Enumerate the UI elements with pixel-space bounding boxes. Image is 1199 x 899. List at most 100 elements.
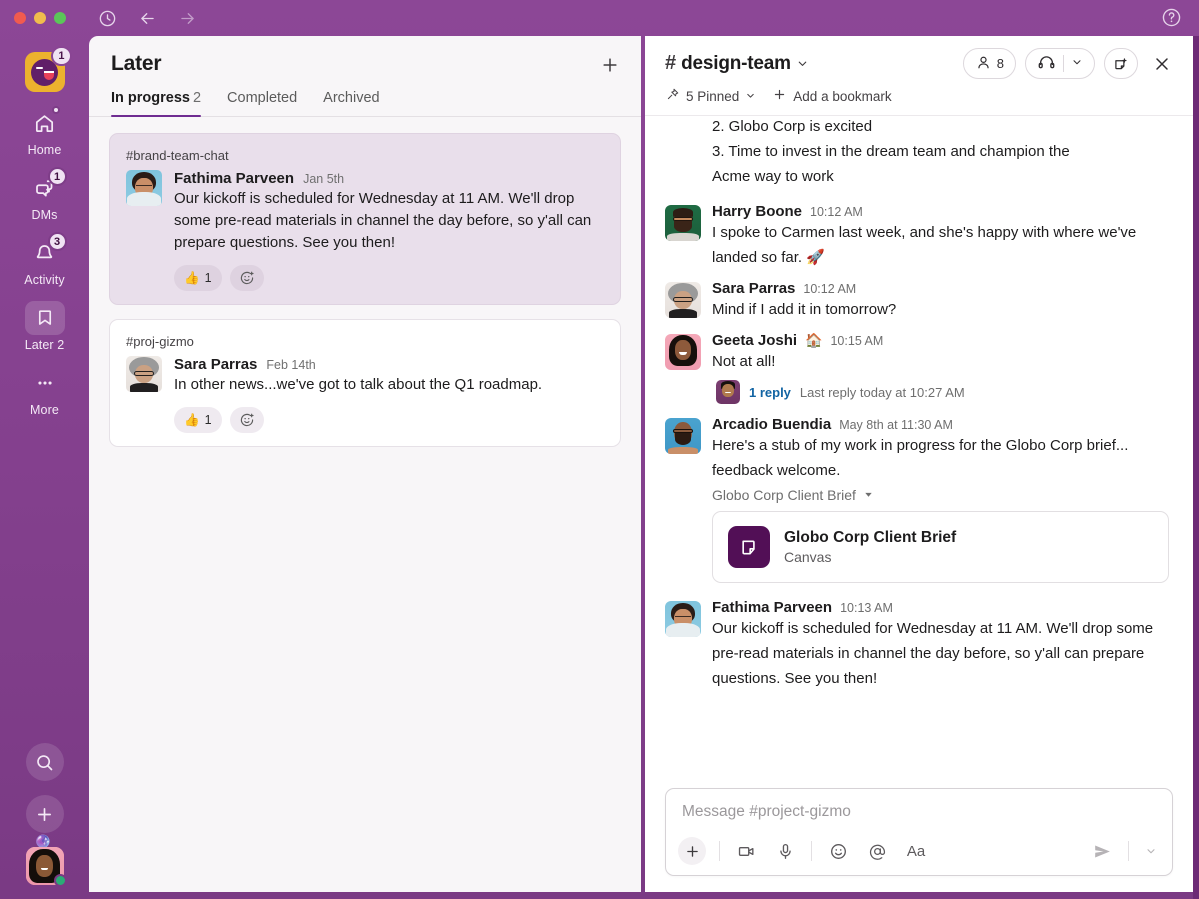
mention-icon[interactable] [864,838,890,864]
members-button[interactable]: 8 [963,48,1016,79]
pinned-items-button[interactable]: 5 Pinned [665,87,756,105]
tab-archived[interactable]: Archived [323,90,379,116]
rail-item-later[interactable]: Later 2 [13,301,77,352]
message-timestamp[interactable]: 10:12 AM [810,205,863,219]
emoji-icon[interactable] [825,838,851,864]
message-author[interactable]: Fathima Parveen [712,599,832,616]
truncated-message-line: 2. Globo Corp is excited [645,116,1193,139]
arrow-left-icon[interactable] [136,7,158,29]
message-composer[interactable]: Message #project-gizmo [665,788,1173,876]
tab-in-progress-count: 2 [193,90,201,106]
divider [719,841,720,861]
add-reaction-icon[interactable] [230,407,264,433]
add-reaction-icon[interactable] [230,265,264,291]
reaction-thumbsup[interactable]: 👍 1 [174,265,222,291]
canvas-subtitle: Canvas [784,549,956,565]
rail-label-activity: Activity [24,273,64,287]
message-author[interactable]: Geeta Joshi [712,332,797,349]
minimize-window-button[interactable] [34,12,46,24]
close-window-button[interactable] [14,12,26,24]
chevron-down-icon [745,89,756,104]
plus-icon[interactable] [26,795,64,833]
avatar[interactable] [665,282,701,318]
canvas-attachment-card[interactable]: Globo Corp Client Brief Canvas [712,511,1169,583]
rail-label-later: Later 2 [25,338,65,352]
reaction-count: 1 [205,413,212,427]
chevron-down-icon [796,57,809,70]
message-author[interactable]: Sara Parras [712,280,795,297]
avatar[interactable] [665,601,701,637]
list-item[interactable]: #proj-gizmo Sara Parras Feb 14th In othe… [109,319,621,447]
reaction-emoji: 👍 [184,413,200,428]
thread-reply-link[interactable]: 1 reply Last reply today at 10:27 AM [712,374,1169,406]
clock-icon[interactable] [96,7,118,29]
channel-title[interactable]: # design-team [665,52,809,75]
message[interactable]: Arcadio Buendia May 8th at 11:30 AM Here… [645,408,1193,585]
huddle-button[interactable] [1025,48,1095,79]
rail-item-home[interactable]: Home [13,106,77,157]
chevron-down-icon[interactable] [863,487,874,503]
headphones-icon [1037,53,1056,75]
avatar[interactable] [665,205,701,241]
rail-item-more[interactable]: More [13,366,77,417]
video-icon[interactable] [733,838,759,864]
message-timestamp[interactable]: 10:13 AM [840,601,893,615]
divider [811,841,812,861]
later-card-author[interactable]: Fathima Parveen [174,170,294,187]
rail-label-dms: DMs [32,208,58,222]
attachment-label[interactable]: Globo Corp Client Brief [712,487,1169,503]
formatting-icon[interactable]: Aa [903,838,929,864]
author-status-emoji: 🏠 [805,332,822,349]
chevron-down-icon[interactable] [1071,56,1083,71]
dms-unread-badge: 1 [48,167,67,186]
message[interactable]: Sara Parras 10:12 AM Mind if I add it in… [645,272,1193,324]
plus-icon [772,87,787,105]
chevron-down-icon[interactable] [1142,838,1160,864]
message-timestamp[interactable]: 10:12 AM [803,282,856,296]
left-rail: 1 Home 1 DMs [0,36,89,899]
rail-item-activity[interactable]: 3 Activity [13,236,77,287]
message-list[interactable]: 2. Globo Corp is excited 3. Time to inve… [645,116,1193,780]
truncated-message-line: 3. Time to invest in the dream team and … [645,139,1193,164]
message-timestamp[interactable]: May 8th at 11:30 AM [839,418,953,432]
reaction-thumbsup[interactable]: 👍 1 [174,407,222,433]
tab-completed[interactable]: Completed [227,90,297,116]
message-text: Here's a stub of my work in progress for… [712,433,1169,483]
tab-in-progress-label: In progress [111,90,190,106]
later-card-author[interactable]: Sara Parras [174,356,257,373]
later-card-channel[interactable]: #brand-team-chat [126,148,604,163]
message-timestamp[interactable]: 10:15 AM [830,334,883,348]
avatar[interactable] [665,418,701,454]
workspace-switcher[interactable]: 1 [25,52,65,92]
message-input[interactable]: Message #project-gizmo [666,789,1172,831]
message[interactable]: Fathima Parveen 10:13 AM Our kickoff is … [645,585,1193,693]
message[interactable]: Geeta Joshi 🏠 10:15 AM Not at all! 1 rep… [645,324,1193,408]
tab-in-progress[interactable]: In progress2 [111,90,201,116]
open-canvas-icon[interactable] [1104,48,1138,79]
message-author[interactable]: Arcadio Buendia [712,416,831,433]
message[interactable]: Harry Boone 10:12 AM I spoke to Carmen l… [645,195,1193,272]
plus-icon[interactable] [597,52,623,78]
message-author[interactable]: Harry Boone [712,203,802,220]
workspace-unread-badge: 1 [51,46,71,66]
ellipsis-icon [25,366,65,400]
avatar[interactable] [665,334,701,370]
members-icon [975,54,992,74]
maximize-window-button[interactable] [54,12,66,24]
microphone-icon[interactable] [772,838,798,864]
hash-icon: # [665,52,676,75]
send-icon[interactable] [1089,838,1115,864]
search-icon[interactable] [26,743,64,781]
later-card-time: Feb 14th [266,358,315,372]
later-card-channel[interactable]: #proj-gizmo [126,334,604,349]
list-item[interactable]: #brand-team-chat Fathima Parveen Jan 5th… [109,133,621,305]
user-avatar[interactable]: 🔮 [26,847,64,885]
close-icon[interactable] [1147,49,1177,79]
question-circle-icon[interactable] [1161,7,1183,29]
add-bookmark-button[interactable]: Add a bookmark [772,87,891,105]
rail-item-dms[interactable]: 1 DMs [13,171,77,222]
message-text: Not at all! [712,349,1169,374]
plus-icon[interactable] [678,837,706,865]
rail-label-more: More [30,403,59,417]
arrow-right-icon[interactable] [176,7,198,29]
